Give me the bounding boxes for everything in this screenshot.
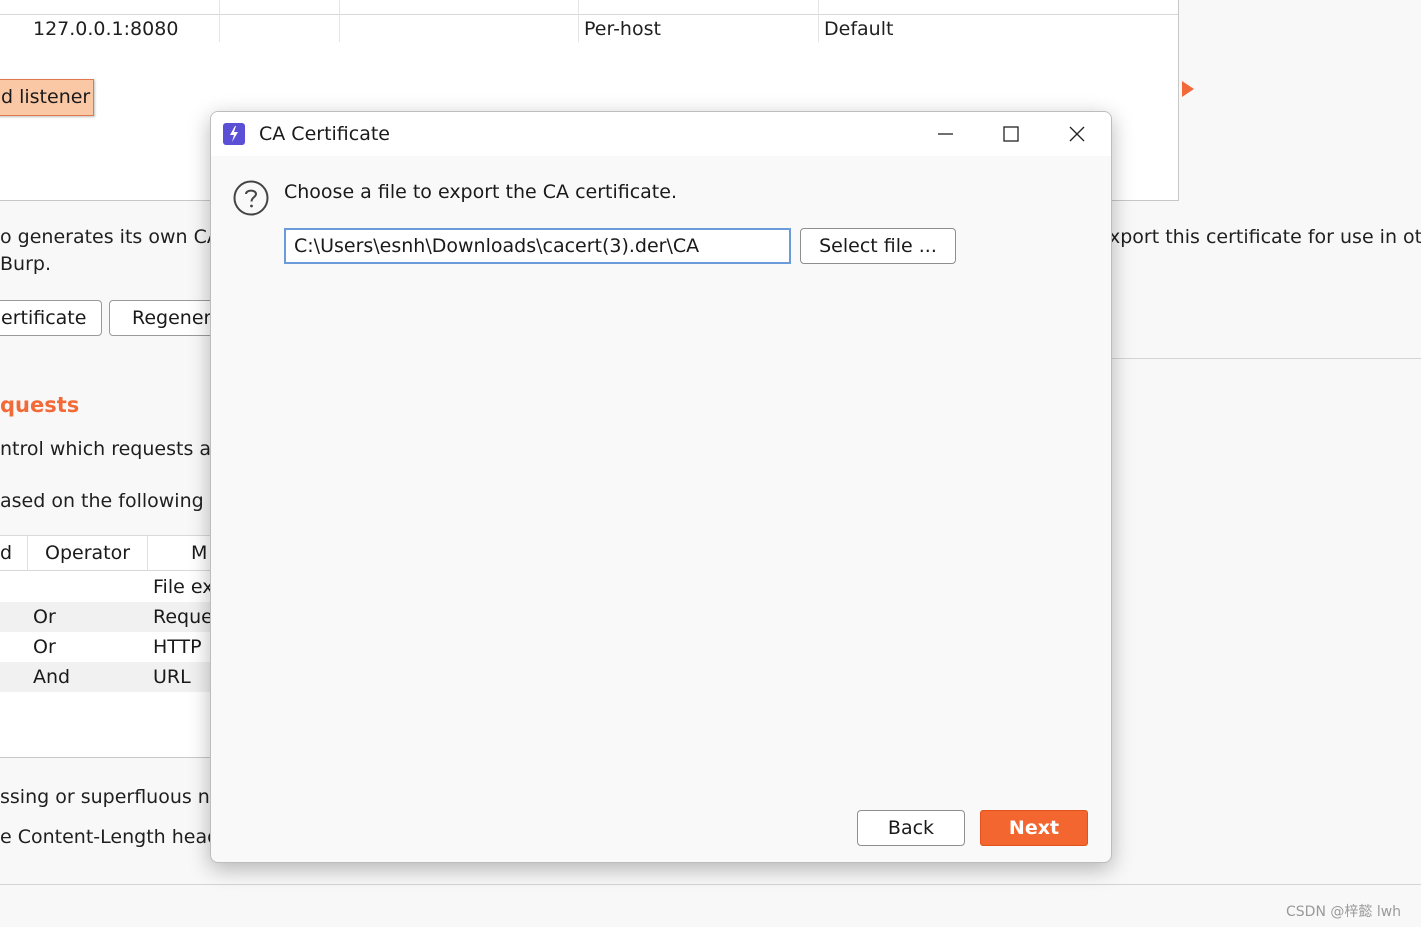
intercept-description: ntrol which requests a <box>0 438 212 460</box>
column-divider <box>219 0 220 42</box>
back-button[interactable]: Back <box>857 810 965 846</box>
table-row[interactable]: Or Reque <box>0 602 212 632</box>
file-path-input[interactable] <box>284 228 791 264</box>
watermark-text: CSDN @梓懿 lwh <box>1286 904 1402 920</box>
table-row[interactable]: Or HTTP <box>0 632 212 662</box>
dialog-titlebar[interactable]: CA Certificate <box>211 112 1111 156</box>
column-divider <box>339 0 340 42</box>
maximize-button[interactable] <box>978 112 1044 156</box>
match-cell: Reque <box>153 606 212 628</box>
close-icon <box>1069 126 1085 142</box>
ca-description-text: o generates its own CA <box>0 226 220 248</box>
column-divider <box>27 536 28 570</box>
add-listener-button[interactable]: d listener <box>0 79 94 116</box>
ca-certificate-dialog: CA Certificate Choose a file to export t… <box>210 111 1112 863</box>
column-header-operator[interactable]: Operator <box>45 538 130 568</box>
column-divider <box>147 536 148 570</box>
match-cell: HTTP <box>153 636 202 658</box>
table-header <box>0 0 1178 15</box>
minimize-button[interactable] <box>912 112 978 156</box>
column-header-match[interactable]: M <box>191 538 207 568</box>
section-title: quests <box>0 393 80 417</box>
table-row[interactable]: File ex <box>0 572 212 602</box>
intercept-description-2: ased on the following <box>0 490 204 512</box>
intercept-rules-table: d Operator M File ex Or Reque Or HTTP An… <box>0 535 212 758</box>
tls-protocols-cell[interactable]: Default <box>824 18 893 40</box>
operator-cell: Or <box>33 606 56 628</box>
operator-cell: Or <box>33 636 56 658</box>
dialog-title: CA Certificate <box>259 123 390 145</box>
regenerate-certificate-button[interactable]: Regener <box>109 300 215 336</box>
export-certificate-button[interactable]: ertificate <box>0 300 102 336</box>
section-divider <box>0 884 1421 885</box>
table-header: d Operator M <box>0 535 212 571</box>
question-circle-icon <box>233 180 269 216</box>
dialog-prompt: Choose a file to export the CA certifica… <box>284 181 677 203</box>
operator-cell: And <box>33 666 71 688</box>
select-file-button[interactable]: Select file ... <box>800 228 956 264</box>
match-cell: File ex <box>153 576 212 598</box>
column-divider <box>818 0 819 42</box>
burp-lightning-icon <box>223 123 245 145</box>
column-header-enabled[interactable]: d <box>0 538 12 568</box>
maximize-icon <box>1003 126 1019 142</box>
table-row[interactable]: And URL <box>0 662 212 692</box>
match-cell: URL <box>153 666 191 688</box>
interface-cell[interactable]: 127.0.0.1:8080 <box>33 18 178 40</box>
option-label[interactable]: ssing or superfluous ne <box>0 786 222 808</box>
ca-description-text-2: Burp. <box>0 253 51 275</box>
column-divider <box>578 0 579 42</box>
minimize-icon <box>938 133 953 135</box>
section-divider <box>1110 358 1421 359</box>
expand-arrow-icon[interactable] <box>1182 81 1194 97</box>
ca-description-text-right: xport this certificate for use in oth <box>1109 226 1421 248</box>
next-button[interactable]: Next <box>980 810 1088 846</box>
option-label-2[interactable]: e Content-Length head <box>0 826 219 848</box>
close-button[interactable] <box>1044 112 1110 156</box>
certificate-cell[interactable]: Per-host <box>584 18 661 40</box>
